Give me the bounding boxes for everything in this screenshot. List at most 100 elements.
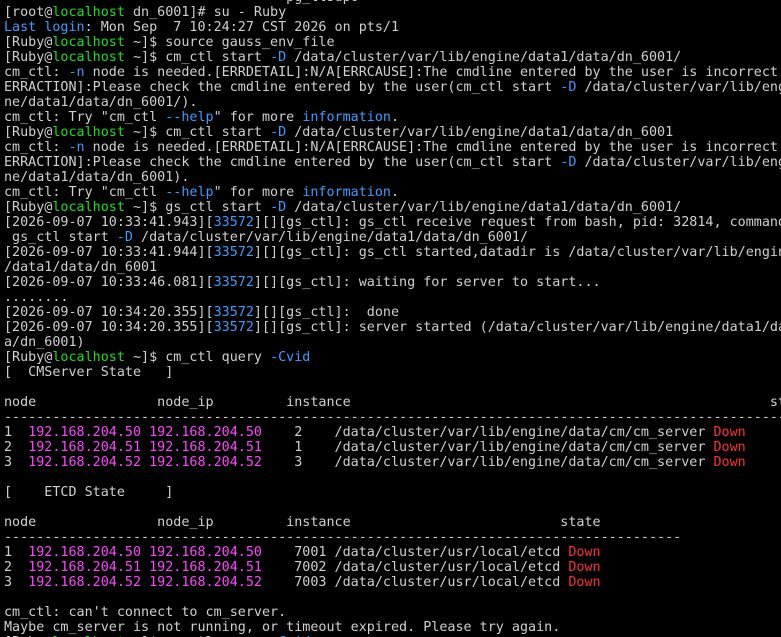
terminal-text: -D [270, 50, 287, 65]
terminal-text: Maybe cm_server is not running, or timeo… [4, 620, 561, 635]
terminal-text: 3 [4, 575, 29, 590]
terminal-line: 2 192.168.204.51 192.168.204.51 1 /data/… [4, 440, 781, 455]
terminal-text: ][][gs_ctl]: done [253, 305, 400, 320]
terminal-line: a/dn_6001) [4, 335, 781, 350]
terminal-text: ........ [4, 290, 69, 305]
terminal-output: pg_tlsupo[root@localhost dn_6001]# su - … [4, 0, 781, 637]
terminal-line: 2 192.168.204.51 192.168.204.51 7002 /da… [4, 560, 781, 575]
terminal-line: ERRACTION]:Please check the cmdline ente… [4, 155, 781, 170]
terminal-text: 1 [4, 545, 29, 560]
terminal-text: 33572 [213, 245, 254, 260]
terminal-line: [2026-09-07 10:34:20.355][33572][][gs_ct… [4, 305, 781, 320]
terminal-text: 2 [4, 560, 29, 575]
terminal-line: ne/data1/data/dn_6001). [4, 170, 781, 185]
terminal-text: 7001 /data/cluster/usr/local/etcd [261, 545, 569, 560]
terminal-text: -n [68, 65, 85, 80]
terminal-text: " for more [213, 185, 303, 200]
terminal-line: [2026-09-07 10:33:46.081][33572][][gs_ct… [4, 275, 781, 290]
terminal-text: 1 /data/cluster/var/lib/engine/data/cm/c… [261, 440, 714, 455]
terminal-text: [ CMServer State ] [4, 365, 174, 380]
terminal-line: [ CMServer State ] [4, 365, 781, 380]
terminal-text: [Ruby@ [4, 50, 53, 65]
terminal-text: /data/cluster/var/lib/engine/data1/data/… [286, 200, 682, 215]
terminal-line: ERRACTION]:Please check the cmdline ente… [4, 80, 781, 95]
terminal-text: 33572 [213, 275, 254, 290]
terminal-line: cm_ctl: can't connect to cm_server. [4, 605, 781, 620]
terminal-text: node node_ip instance state [4, 515, 601, 530]
terminal-text: /data/cluster/var/lib/engine/data1/data/… [133, 230, 529, 245]
terminal-line: 1 192.168.204.50 192.168.204.50 7001 /da… [4, 545, 781, 560]
terminal-text: [2026-09-07 10:33:41.943][ [4, 215, 214, 230]
terminal-text: Last login [4, 20, 85, 35]
terminal-text: Down [568, 575, 601, 590]
terminal-text: /data/cluster/var/lib/engi [576, 80, 781, 95]
terminal-text: --help [165, 110, 214, 125]
terminal-text: [Ruby@ [4, 125, 53, 140]
terminal-line: /data1/data/dn_6001 [4, 260, 781, 275]
terminal-text: /data/cluster/var/lib/engine/data1/data/… [286, 125, 674, 140]
terminal-text: information [302, 185, 391, 200]
terminal-text: localhost [52, 35, 125, 50]
terminal-text: . [391, 185, 400, 200]
terminal-text: 1 [4, 425, 29, 440]
terminal-text: /data/cluster/var/lib/engi [576, 155, 781, 170]
terminal-line: [Ruby@localhost ~]$ gs_ctl start -D /dat… [4, 200, 781, 215]
terminal-line: node node_ip instance state [4, 515, 781, 530]
terminal-line: cm_ctl: -n node is needed.[ERRDETAIL]:N/… [4, 140, 781, 155]
terminal-text: localhost [52, 125, 125, 140]
terminal-text: [Ruby@ [4, 350, 53, 365]
terminal-text: Down [713, 440, 746, 455]
terminal-text: cm_ctl: Try "cm_ctl [4, 185, 166, 200]
terminal-text: node is needed.[ERRDETAIL]:N/A[ERRCAUSE]… [84, 140, 781, 155]
terminal-text: cm_ctl: [4, 65, 69, 80]
terminal-line: [Ruby@localhost ~]$ cm_ctl start -D /dat… [4, 125, 781, 140]
terminal-text: -n [68, 140, 85, 155]
terminal-window[interactable]: pg_tlsupo[root@localhost dn_6001]# su - … [0, 0, 781, 637]
terminal-text: [2026-09-07 10:34:20.355][ [4, 305, 214, 320]
terminal-text: localhost [52, 200, 125, 215]
terminal-line: [Ruby@localhost ~]$ source gauss_env_fil… [4, 35, 781, 50]
terminal-line: ........ [4, 290, 781, 305]
terminal-text: ----------------------------------------… [4, 530, 682, 545]
terminal-text: 3 [4, 455, 29, 470]
terminal-text: ----------------------------------------… [4, 410, 781, 425]
terminal-text: ERRACTION]:Please check the cmdline ente… [4, 80, 561, 95]
terminal-line: cm_ctl: -n node is needed.[ERRDETAIL]:N/… [4, 65, 781, 80]
terminal-text: 3 /data/cluster/var/lib/engine/data/cm/c… [261, 455, 714, 470]
terminal-text: : Mon Sep 7 10:24:27 CST 2026 on pts/1 [84, 20, 400, 35]
terminal-text: 7003 /data/cluster/usr/local/etcd [261, 575, 569, 590]
terminal-text: 33572 [213, 320, 254, 335]
terminal-text: ][][gs_ctl]: server started (/data/clust… [253, 320, 781, 335]
terminal-text: information [302, 110, 391, 125]
terminal-text: 2 [4, 440, 29, 455]
terminal-text: ne/data1/data/dn_6001/). [4, 95, 198, 110]
terminal-text: /data1/data/dn_6001 [4, 260, 158, 275]
terminal-text: -D [560, 80, 577, 95]
terminal-text: [Ruby@ [4, 200, 53, 215]
terminal-text: 192.168.204.52 192.168.204.52 [28, 455, 262, 470]
terminal-text: ~]$ source gauss_env_file [124, 35, 335, 50]
terminal-text: --help [165, 185, 214, 200]
terminal-text: gs_ctl start [4, 230, 117, 245]
terminal-line: [2026-09-07 10:34:20.355][33572][][gs_ct… [4, 320, 781, 335]
terminal-line: cm_ctl: Try "cm_ctl --help" for more inf… [4, 185, 781, 200]
terminal-text: 33572 [213, 305, 254, 320]
terminal-line: cm_ctl: Try "cm_ctl --help" for more inf… [4, 110, 781, 125]
terminal-line: Maybe cm_server is not running, or timeo… [4, 620, 781, 635]
terminal-text: /data/cluster/var/lib/engine/data1/data/… [286, 50, 682, 65]
terminal-text: [root@ [4, 5, 53, 20]
terminal-text: node node_ip instance state [4, 395, 781, 410]
terminal-text: Down [713, 425, 746, 440]
terminal-text: ne/data1/data/dn_6001). [4, 170, 190, 185]
terminal-text: 192.168.204.51 192.168.204.51 [28, 440, 262, 455]
terminal-text: [2026-09-07 10:34:20.355][ [4, 320, 214, 335]
terminal-text: -D [270, 125, 287, 140]
terminal-text: -D [270, 200, 287, 215]
terminal-line: 3 192.168.204.52 192.168.204.52 3 /data/… [4, 455, 781, 470]
terminal-text: ~]$ cm_ctl start [124, 125, 271, 140]
terminal-text: ~]$ gs_ctl start [124, 200, 271, 215]
terminal-text: cm_ctl: Try "cm_ctl [4, 110, 166, 125]
